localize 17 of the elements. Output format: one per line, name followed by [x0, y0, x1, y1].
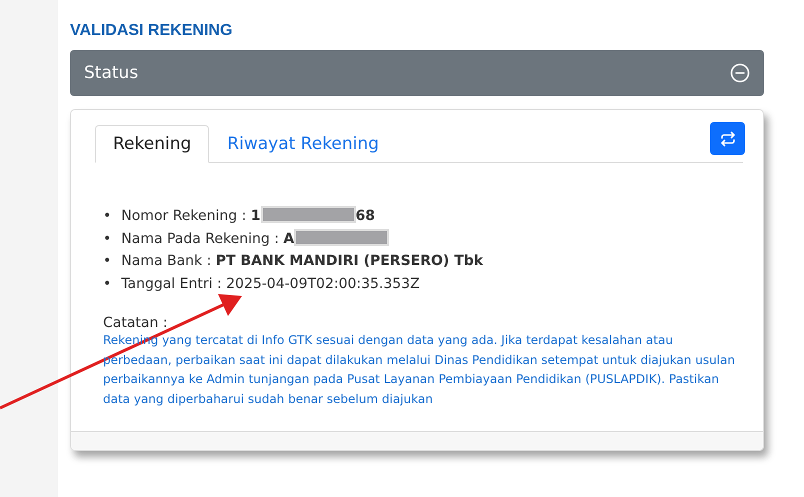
bullet: • [103, 252, 112, 271]
detail-item: Nama Pada Rekening : A [121, 228, 390, 250]
status-title: Status [84, 63, 138, 83]
tab[interactable]: Riwayat Rekening [209, 125, 397, 163]
bullet: • [103, 274, 112, 294]
detail-item: Nama Bank : PT BANK MANDIRI (PERSERO) Tbk [121, 252, 484, 271]
bullet: • [103, 207, 112, 226]
detail-item: Nomor Rekening : 1 68 [121, 205, 376, 226]
bullet: • [103, 230, 112, 248]
detail-item: Tanggal Entri : 2025-04-09T02:00:35.353Z [121, 274, 420, 294]
page-heading: VALIDASI REKENING [70, 22, 234, 40]
note-label: Catatan : [102, 315, 169, 331]
refresh-icon [718, 130, 736, 146]
tab[interactable]: Rekening [95, 125, 210, 163]
refresh-button[interactable] [710, 122, 745, 155]
status-bar[interactable]: Status [70, 50, 764, 96]
collapse-icon[interactable] [730, 63, 750, 83]
